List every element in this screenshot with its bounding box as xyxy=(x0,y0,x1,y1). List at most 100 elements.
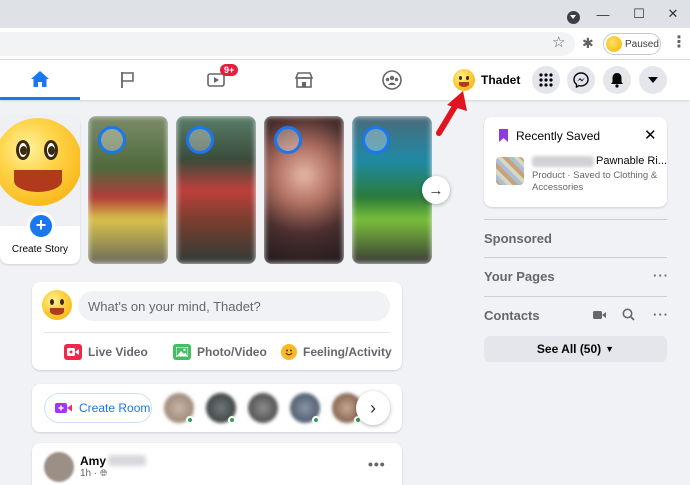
sponsored-heading: Sponsored xyxy=(484,231,552,246)
story-card[interactable] xyxy=(176,116,256,264)
photo-video-button[interactable]: Photo/Video xyxy=(173,340,267,364)
facebook-top-nav: 9+ Thadet xyxy=(0,60,690,100)
flag-icon xyxy=(121,72,134,88)
photo-video-label: Photo/Video xyxy=(197,345,267,359)
marketplace-icon xyxy=(294,72,314,88)
arrow-right-icon: → xyxy=(428,181,444,199)
chevron-right-icon: › xyxy=(370,397,376,418)
create-story-image xyxy=(0,116,80,226)
story-emoji-avatar xyxy=(0,118,80,206)
post-time-text: 1h · xyxy=(80,468,98,479)
story-card[interactable] xyxy=(88,116,168,264)
post-composer: What's on your mind, Thadet? Live Video … xyxy=(32,282,402,370)
create-room-button[interactable]: Create Room xyxy=(44,393,152,423)
bell-icon xyxy=(611,73,623,88)
bookmark-star-icon[interactable]: ☆ xyxy=(552,35,565,51)
address-bar[interactable] xyxy=(0,32,575,56)
rooms-next-button[interactable]: › xyxy=(356,391,390,425)
red-annotation-arrow-icon xyxy=(436,91,467,136)
profile-name: Thadet xyxy=(481,73,521,87)
rooms-bar: Create Room › xyxy=(32,384,402,432)
room-contact-avatar[interactable] xyxy=(248,393,278,423)
tab-groups[interactable] xyxy=(352,60,432,100)
feeling-activity-button[interactable]: Feeling/Activity xyxy=(281,340,392,364)
new-room-video-icon[interactable] xyxy=(593,309,607,323)
saved-item-meta: Product · Saved to Clothing & Accessorie… xyxy=(532,170,658,193)
composer-avatar xyxy=(42,290,72,320)
profile-avatar-icon xyxy=(606,36,622,52)
story-avatar-ring xyxy=(98,126,126,154)
browser-menu-icon[interactable]: ⋮ xyxy=(671,34,687,52)
rail-divider xyxy=(484,257,667,258)
story-card[interactable] xyxy=(264,116,344,264)
home-icon xyxy=(31,70,49,87)
chevron-down-icon: ▼ xyxy=(605,344,615,354)
feeling-activity-label: Feeling/Activity xyxy=(303,345,392,359)
saved-item-name[interactable]: Pawnable Ri... xyxy=(596,155,667,167)
online-status-dot xyxy=(228,416,236,424)
paused-label: Paused xyxy=(625,38,659,50)
your-pages-more-icon[interactable]: ··· xyxy=(653,268,669,283)
live-video-button[interactable]: Live Video xyxy=(64,340,148,364)
story-card[interactable] xyxy=(352,116,432,264)
contacts-heading: Contacts xyxy=(484,308,540,323)
close-icon[interactable]: ✕ xyxy=(644,126,657,144)
grid-menu-icon xyxy=(539,73,553,87)
caret-down-icon xyxy=(648,77,658,83)
see-all-label: See All (50) xyxy=(536,342,602,356)
post-author-name[interactable]: Amy xyxy=(80,454,106,468)
create-story-card[interactable]: + Create Story xyxy=(0,116,80,264)
whats-on-your-mind-input[interactable]: What's on your mind, Thadet? xyxy=(78,291,390,321)
stories-next-button[interactable]: → xyxy=(422,176,450,204)
cast-indicator-icon[interactable] xyxy=(567,11,580,24)
search-contacts-icon[interactable] xyxy=(622,308,635,324)
see-all-contacts-button[interactable]: See All (50) ▼ xyxy=(484,336,667,362)
close-window-icon[interactable]: ✕ xyxy=(656,0,690,28)
tab-watch[interactable]: 9+ xyxy=(176,60,256,100)
minimize-icon[interactable]: — xyxy=(586,0,620,28)
create-room-label: Create Room xyxy=(79,401,151,415)
post-timestamp[interactable]: 1h · 🌐︎ xyxy=(80,468,107,479)
browser-toolbar: ☆ ✱ Paused ⋮ xyxy=(0,28,690,60)
maximize-icon[interactable]: ☐ xyxy=(622,0,656,28)
tab-pages[interactable] xyxy=(88,60,168,100)
recently-saved-title: Recently Saved xyxy=(516,129,601,143)
post-more-options-icon[interactable]: ••• xyxy=(368,456,386,472)
watch-notification-badge: 9+ xyxy=(220,64,239,76)
notifications-button[interactable] xyxy=(603,66,631,94)
extensions-puzzle-icon[interactable]: ✱ xyxy=(582,35,594,51)
your-pages-heading: Your Pages xyxy=(484,269,555,284)
add-story-plus-icon[interactable]: + xyxy=(27,212,55,240)
profile-paused-button[interactable]: Paused xyxy=(603,33,661,55)
composer-divider xyxy=(44,332,390,333)
story-avatar-ring xyxy=(362,126,390,154)
online-status-dot xyxy=(186,416,194,424)
account-menu-button[interactable] xyxy=(639,66,667,94)
saved-item-thumbnail[interactable] xyxy=(496,157,524,185)
feed-post: Amy 1h · 🌐︎ ••• xyxy=(32,443,402,485)
story-avatar-ring xyxy=(274,126,302,154)
tab-marketplace[interactable] xyxy=(264,60,344,100)
globe-icon: 🌐︎ xyxy=(100,468,108,478)
story-avatar-ring xyxy=(186,126,214,154)
live-video-icon xyxy=(64,344,82,360)
contacts-more-icon[interactable]: ··· xyxy=(653,307,669,322)
browser-titlebar: — ☐ ✕ xyxy=(0,0,690,28)
video-plus-icon xyxy=(55,403,72,413)
recently-saved-card: Recently Saved ✕ Pawnable Ri... Product … xyxy=(484,117,667,207)
messenger-button[interactable] xyxy=(567,66,595,94)
live-video-label: Live Video xyxy=(88,345,148,359)
saved-item-name-blurred xyxy=(532,156,594,167)
menu-grid-button[interactable] xyxy=(532,66,560,94)
create-story-label: Create Story xyxy=(11,244,69,255)
photo-video-icon xyxy=(173,344,191,360)
feeling-smiley-icon xyxy=(281,344,297,360)
groups-icon xyxy=(382,70,402,90)
rail-divider xyxy=(484,296,667,297)
tab-home[interactable] xyxy=(0,60,80,100)
messenger-icon xyxy=(573,72,589,88)
post-author-avatar[interactable] xyxy=(44,452,74,482)
rail-divider xyxy=(484,219,667,220)
bookmark-icon xyxy=(499,129,508,142)
online-status-dot xyxy=(312,416,320,424)
